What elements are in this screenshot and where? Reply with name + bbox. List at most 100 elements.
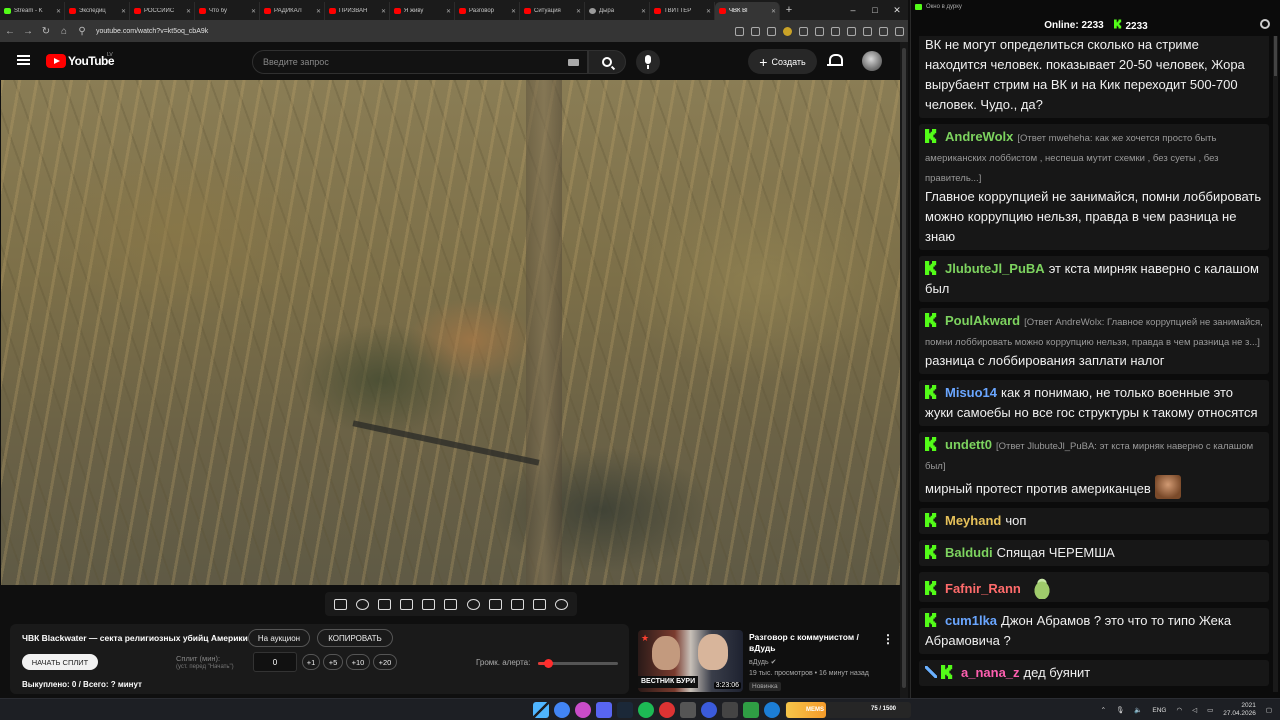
- chat-username[interactable]: cum1lka: [945, 613, 997, 628]
- page-scrollbar[interactable]: [900, 42, 908, 698]
- search-input[interactable]: Введите запрос: [252, 50, 588, 74]
- copy-button[interactable]: КОПИРОВАТЬ: [317, 629, 393, 647]
- puzzle-icon[interactable]: [831, 26, 840, 36]
- recommended-thumbnail[interactable]: ★ ВЕСТНИК БУРИ 3:23:06: [638, 630, 743, 692]
- keyboard-icon[interactable]: [568, 59, 579, 66]
- start-split-button[interactable]: НАЧАТЬ СПЛИТ: [22, 654, 98, 670]
- add-10-button[interactable]: +10: [346, 654, 370, 670]
- video-player[interactable]: [1, 80, 900, 585]
- audio-icon[interactable]: [355, 598, 369, 610]
- app-icon[interactable]: [701, 702, 717, 718]
- reload-icon[interactable]: ↻: [40, 26, 52, 37]
- battery-icon[interactable]: ▭: [1207, 706, 1213, 714]
- mic-icon[interactable]: 🎙: [1116, 706, 1124, 714]
- tab-close-icon[interactable]: ✕: [56, 8, 61, 15]
- create-button[interactable]: + Создать: [748, 49, 817, 74]
- app-icon[interactable]: [743, 702, 759, 718]
- tab-close-icon[interactable]: ✕: [251, 8, 256, 15]
- recommended-title[interactable]: Разговор с коммунистом / вДудь: [749, 632, 879, 654]
- zoom-icon[interactable]: [751, 26, 760, 36]
- spotify-icon[interactable]: [638, 702, 654, 718]
- auction-button[interactable]: На аукцион: [248, 629, 310, 647]
- browser-tab[interactable]: ТВИТТЕР ✕: [650, 2, 715, 20]
- discord-icon[interactable]: [596, 702, 612, 718]
- app-icon[interactable]: [659, 702, 675, 718]
- windows-start-icon[interactable]: [533, 702, 549, 718]
- split-minutes-input[interactable]: 0: [253, 652, 297, 672]
- sidebar-icon[interactable]: [847, 26, 856, 36]
- app-icon[interactable]: [575, 702, 591, 718]
- chrome-icon[interactable]: [554, 702, 570, 718]
- flask-icon[interactable]: [533, 598, 547, 610]
- back-icon[interactable]: ←: [4, 26, 16, 37]
- volume-icon[interactable]: 🔈: [1134, 706, 1142, 714]
- chat-username[interactable]: a_nana_z: [961, 665, 1020, 680]
- speed-icon[interactable]: [466, 598, 480, 610]
- add-20-button[interactable]: +20: [373, 654, 397, 670]
- menu-icon[interactable]: [895, 26, 904, 36]
- chat-username[interactable]: Misuo14: [945, 385, 997, 400]
- tab-close-icon[interactable]: ✕: [316, 8, 321, 15]
- url-field[interactable]: youtube.com/watch?v=kt5oq_cbA9k: [96, 28, 208, 35]
- add-5-button[interactable]: +5: [323, 654, 343, 670]
- chat-scrollbar-thumb[interactable]: [1274, 36, 1277, 76]
- add-1-button[interactable]: +1: [302, 654, 320, 670]
- extension-icon[interactable]: [783, 26, 792, 36]
- cinema-icon[interactable]: [444, 598, 458, 610]
- tab-close-icon[interactable]: ✕: [381, 8, 386, 15]
- app-icon[interactable]: [722, 702, 738, 718]
- tab-close-icon[interactable]: ✕: [186, 8, 191, 15]
- browser-tab[interactable]: РОССИЙС ✕: [130, 2, 195, 20]
- loop-icon[interactable]: [333, 598, 347, 610]
- notifications-icon[interactable]: ▢: [1266, 706, 1272, 714]
- chat-username[interactable]: Meyhand: [945, 513, 1001, 528]
- wifi-icon[interactable]: ◠: [1176, 706, 1182, 714]
- camera-icon[interactable]: [510, 598, 524, 610]
- browser-tab[interactable]: Что бу ✕: [195, 2, 260, 20]
- extension-icon[interactable]: [799, 26, 808, 36]
- screen-share-icon[interactable]: [735, 26, 744, 36]
- extension-icon[interactable]: [815, 26, 824, 36]
- alert-volume-handle[interactable]: [543, 659, 553, 668]
- more-options-icon[interactable]: ⋮: [882, 632, 894, 646]
- clapper-icon[interactable]: [400, 598, 414, 610]
- speaker-icon[interactable]: ◁: [1192, 706, 1197, 714]
- site-info-icon[interactable]: ⚲: [76, 26, 88, 37]
- browser-tab[interactable]: Stream - K ✕: [0, 2, 65, 20]
- minimize-icon[interactable]: –: [842, 5, 864, 15]
- chat-username[interactable]: PoulAkward: [945, 313, 1020, 328]
- pip-icon[interactable]: [422, 598, 436, 610]
- clock[interactable]: 2021 27.04.2026: [1223, 702, 1256, 718]
- browser-tab[interactable]: Дыра ✕: [585, 2, 650, 20]
- tab-close-icon[interactable]: ✕: [576, 8, 581, 15]
- alert-volume-slider[interactable]: [538, 659, 618, 668]
- chat-username[interactable]: Fafnir_Rann: [945, 581, 1021, 596]
- chat-username[interactable]: Baldudi: [945, 545, 993, 560]
- tab-close-icon[interactable]: ✕: [446, 8, 451, 15]
- download-icon[interactable]: [863, 26, 872, 36]
- steam-icon[interactable]: [617, 702, 633, 718]
- tab-close-icon[interactable]: ✕: [771, 8, 776, 15]
- new-tab-button[interactable]: +: [780, 2, 798, 20]
- browser-tab[interactable]: Разговор ✕: [455, 2, 520, 20]
- youtube-logo-icon[interactable]: [46, 54, 66, 68]
- forward-icon[interactable]: →: [22, 26, 34, 37]
- chat-settings-icon[interactable]: [1260, 19, 1270, 29]
- home-icon[interactable]: ⌂: [58, 26, 70, 37]
- language-indicator[interactable]: ENG: [1152, 707, 1166, 714]
- add-icon[interactable]: [488, 598, 502, 610]
- chat-username[interactable]: AndreWolx: [945, 129, 1013, 144]
- maximize-icon[interactable]: □: [864, 5, 886, 15]
- avatar[interactable]: [862, 51, 882, 71]
- voice-search-button[interactable]: [636, 50, 660, 74]
- app-icon[interactable]: [764, 702, 780, 718]
- screenshot-icon[interactable]: [377, 598, 391, 610]
- scrollbar-thumb[interactable]: [902, 48, 906, 688]
- tab-close-icon[interactable]: ✕: [641, 8, 646, 15]
- browser-tab[interactable]: ПРИЗВАН ✕: [325, 2, 390, 20]
- chat-username[interactable]: JlubuteJl_PuBA: [945, 261, 1045, 276]
- browser-tab[interactable]: Экспедиц ✕: [65, 2, 130, 20]
- hamburger-icon[interactable]: [17, 55, 30, 65]
- bookmark-star-icon[interactable]: [767, 26, 776, 36]
- obs-icon[interactable]: [680, 702, 696, 718]
